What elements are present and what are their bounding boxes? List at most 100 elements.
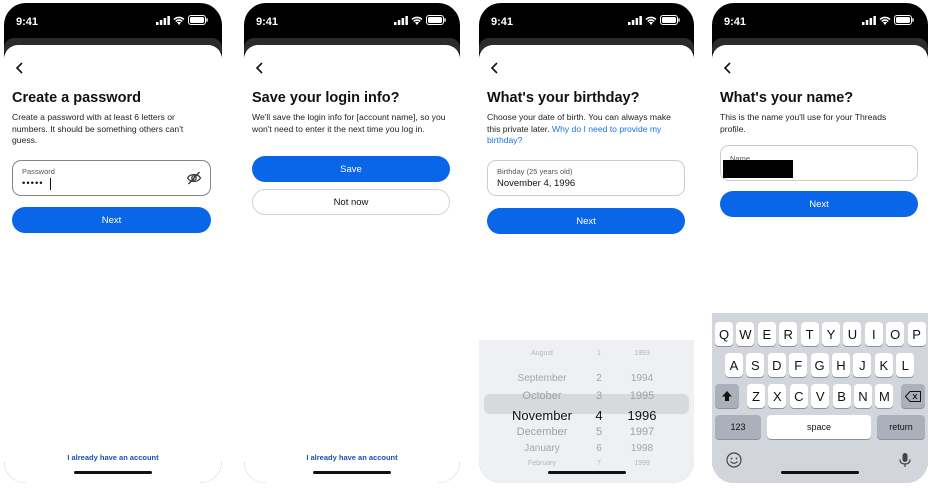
key-z[interactable]: Z	[747, 384, 765, 408]
picker-year: 1995	[629, 390, 655, 402]
picker-day: 2	[596, 373, 602, 384]
key-r[interactable]: R	[779, 322, 798, 346]
picker-year: 1993	[634, 350, 650, 357]
already-have-account-link[interactable]: I already have an account	[244, 453, 460, 462]
key-o[interactable]: O	[886, 322, 905, 346]
key-a[interactable]: A	[725, 353, 743, 377]
page-description: We'll save the login info for [account n…	[252, 112, 446, 134]
picker-day: 1	[597, 350, 601, 357]
key-b[interactable]: B	[832, 384, 851, 408]
home-indicator	[547, 471, 626, 474]
name-screen: What's your name? This is the name you'l…	[712, 45, 928, 483]
shift-icon	[722, 391, 732, 401]
page-title: Create a password	[12, 90, 141, 106]
backspace-icon	[905, 390, 921, 402]
key-d[interactable]: D	[767, 353, 786, 377]
status-time: 9:41	[256, 16, 279, 28]
status-time: 9:41	[724, 16, 747, 28]
back-arrow-icon[interactable]	[488, 61, 502, 75]
key-x[interactable]: X	[768, 384, 787, 408]
picker-row[interactable]: August 1 1993	[479, 350, 694, 366]
phone-create-password: 9:41 Create a password Create a password…	[4, 3, 222, 483]
key-k[interactable]: K	[874, 353, 893, 377]
next-button[interactable]: Next	[487, 208, 685, 234]
already-have-account-link[interactable]: I already have an account	[4, 453, 222, 462]
status-bar: 9:41	[479, 3, 694, 39]
wifi-icon	[645, 16, 657, 25]
eye-off-icon[interactable]	[186, 170, 202, 186]
key-c[interactable]: C	[789, 384, 808, 408]
status-icons	[394, 15, 446, 25]
key-s[interactable]: S	[746, 353, 765, 377]
key-f[interactable]: F	[789, 353, 808, 377]
picker-row[interactable]: December 5 1997	[479, 426, 694, 442]
phone-birthday: 9:41 What's your birthday? Choose your d…	[479, 3, 694, 483]
emoji-icon[interactable]	[726, 452, 742, 468]
phone-save-login: 9:41 Save your login info? We'll save th…	[244, 3, 460, 483]
picker-month: October	[522, 390, 562, 402]
picker-day: 7	[597, 460, 601, 467]
picker-year: 1997	[629, 426, 655, 438]
status-bar: 9:41	[244, 3, 460, 39]
key-y[interactable]: Y	[822, 322, 840, 346]
key-h[interactable]: H	[832, 353, 850, 377]
save-button[interactable]: Save	[252, 156, 450, 182]
back-arrow-icon[interactable]	[13, 61, 27, 75]
key-q[interactable]: Q	[715, 322, 733, 346]
next-button[interactable]: Next	[12, 207, 211, 233]
birthday-field[interactable]: Birthday (25 years old) November 4, 1996	[487, 160, 685, 196]
key-m[interactable]: M	[875, 384, 894, 408]
status-icons	[156, 15, 208, 25]
page-title: What's your birthday?	[487, 90, 640, 106]
key-v[interactable]: V	[811, 384, 830, 408]
onscreen-keyboard: QWERTYUIOP ASDFGHJKL ZXCVBNM 123 space ret…	[712, 313, 928, 483]
date-picker-wheel[interactable]: August 1 1993 September 2 1994 October 3 1995 Nov…	[479, 340, 694, 483]
picker-row[interactable]: January 6 1998	[479, 443, 694, 459]
key-n[interactable]: N	[854, 384, 872, 408]
key-e[interactable]: E	[757, 322, 776, 346]
not-now-button[interactable]: Not now	[252, 189, 450, 215]
text-cursor	[50, 178, 51, 190]
key-w[interactable]: W	[736, 322, 755, 346]
key-l[interactable]: L	[896, 353, 915, 377]
key-t[interactable]: T	[800, 322, 819, 346]
microphone-icon[interactable]	[898, 452, 912, 468]
picker-month: January	[524, 443, 560, 454]
birthday-field-label: Birthday (25 years old)	[497, 167, 573, 176]
picker-day: 5	[595, 426, 603, 438]
picker-row[interactable]: October 3 1995	[479, 390, 694, 406]
birthday-screen: What's your birthday? Choose your date o…	[479, 45, 694, 483]
home-indicator	[74, 471, 152, 474]
picker-month: December	[516, 426, 568, 438]
key-g[interactable]: G	[810, 353, 829, 377]
next-button[interactable]: Next	[720, 191, 918, 217]
picker-row[interactable]: September 2 1994	[479, 373, 694, 389]
key-i[interactable]: I	[864, 322, 883, 346]
back-arrow-icon[interactable]	[253, 61, 267, 75]
back-arrow-icon[interactable]	[721, 61, 735, 75]
space-key[interactable]: space	[767, 415, 871, 439]
page-description: This is the name you'll use for your Thr…	[720, 112, 887, 134]
picker-month: November	[512, 408, 572, 423]
picker-month: August	[531, 350, 553, 357]
wifi-icon	[879, 16, 891, 25]
page-title: Save your login info?	[252, 90, 400, 106]
key-p[interactable]: P	[907, 322, 926, 346]
battery-icon	[426, 15, 446, 25]
picker-year: 1994	[630, 373, 654, 384]
page-description: Choose your date of birth. You can alway…	[487, 112, 683, 147]
redacted-name-value	[723, 160, 793, 178]
shift-key[interactable]	[715, 384, 739, 408]
numbers-key[interactable]: 123	[715, 415, 761, 439]
picker-day: 3	[595, 390, 603, 402]
wifi-icon	[173, 16, 185, 25]
return-key[interactable]: return	[877, 415, 925, 439]
backspace-key[interactable]	[901, 384, 925, 408]
status-icons	[862, 15, 914, 25]
password-field[interactable]: Password •••••	[12, 160, 211, 196]
key-u[interactable]: U	[843, 322, 862, 346]
picker-year: 1999	[634, 460, 650, 467]
name-field[interactable]: Name	[720, 145, 918, 181]
picker-row[interactable]: November 4 1996	[479, 408, 694, 424]
key-j[interactable]: J	[853, 353, 872, 377]
